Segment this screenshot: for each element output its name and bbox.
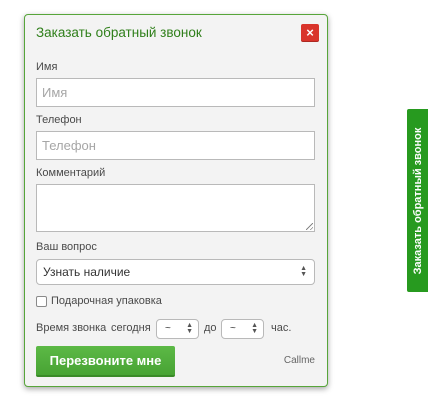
comment-textarea[interactable] [36,184,315,232]
name-label: Имя [36,61,58,73]
name-input[interactable] [36,78,315,107]
call-time-label: Время звонка [36,322,107,334]
close-button[interactable]: × [301,24,319,42]
dialog-title: Заказать обратный звонок [36,25,202,40]
time-to-value: ~ [230,323,236,334]
side-tab-label: Заказать обратный звонок [411,127,424,274]
question-select[interactable]: Узнать наличие ▲ ▼ [36,259,315,285]
close-icon: × [306,25,314,40]
question-select-value: Узнать наличие [43,265,131,279]
submit-button[interactable]: Перезвоните мне [36,346,175,377]
hours-label: час. [271,322,292,334]
callback-side-tab[interactable]: Заказать обратный звонок [407,109,428,292]
phone-input[interactable] [36,131,315,160]
callback-dialog: Заказать обратный звонок × Имя Телефон К… [24,14,328,387]
time-from-select[interactable]: ~ ▲ ▼ [156,319,199,339]
call-time-today: сегодня [111,322,151,334]
callme-link[interactable]: Callme [284,355,315,366]
gift-checkbox[interactable] [36,296,47,307]
to-label: до [204,322,217,334]
comment-label: Комментарий [36,167,106,179]
phone-label: Телефон [36,114,82,126]
time-to-select[interactable]: ~ ▲ ▼ [221,319,264,339]
to-arrows-icon: ▲ ▼ [251,322,258,335]
time-from-value: ~ [165,323,171,334]
question-label: Ваш вопрос [36,241,97,253]
select-arrows-icon: ▲ ▼ [300,265,307,278]
gift-label: Подарочная упаковка [51,295,162,307]
from-arrows-icon: ▲ ▼ [186,322,193,335]
